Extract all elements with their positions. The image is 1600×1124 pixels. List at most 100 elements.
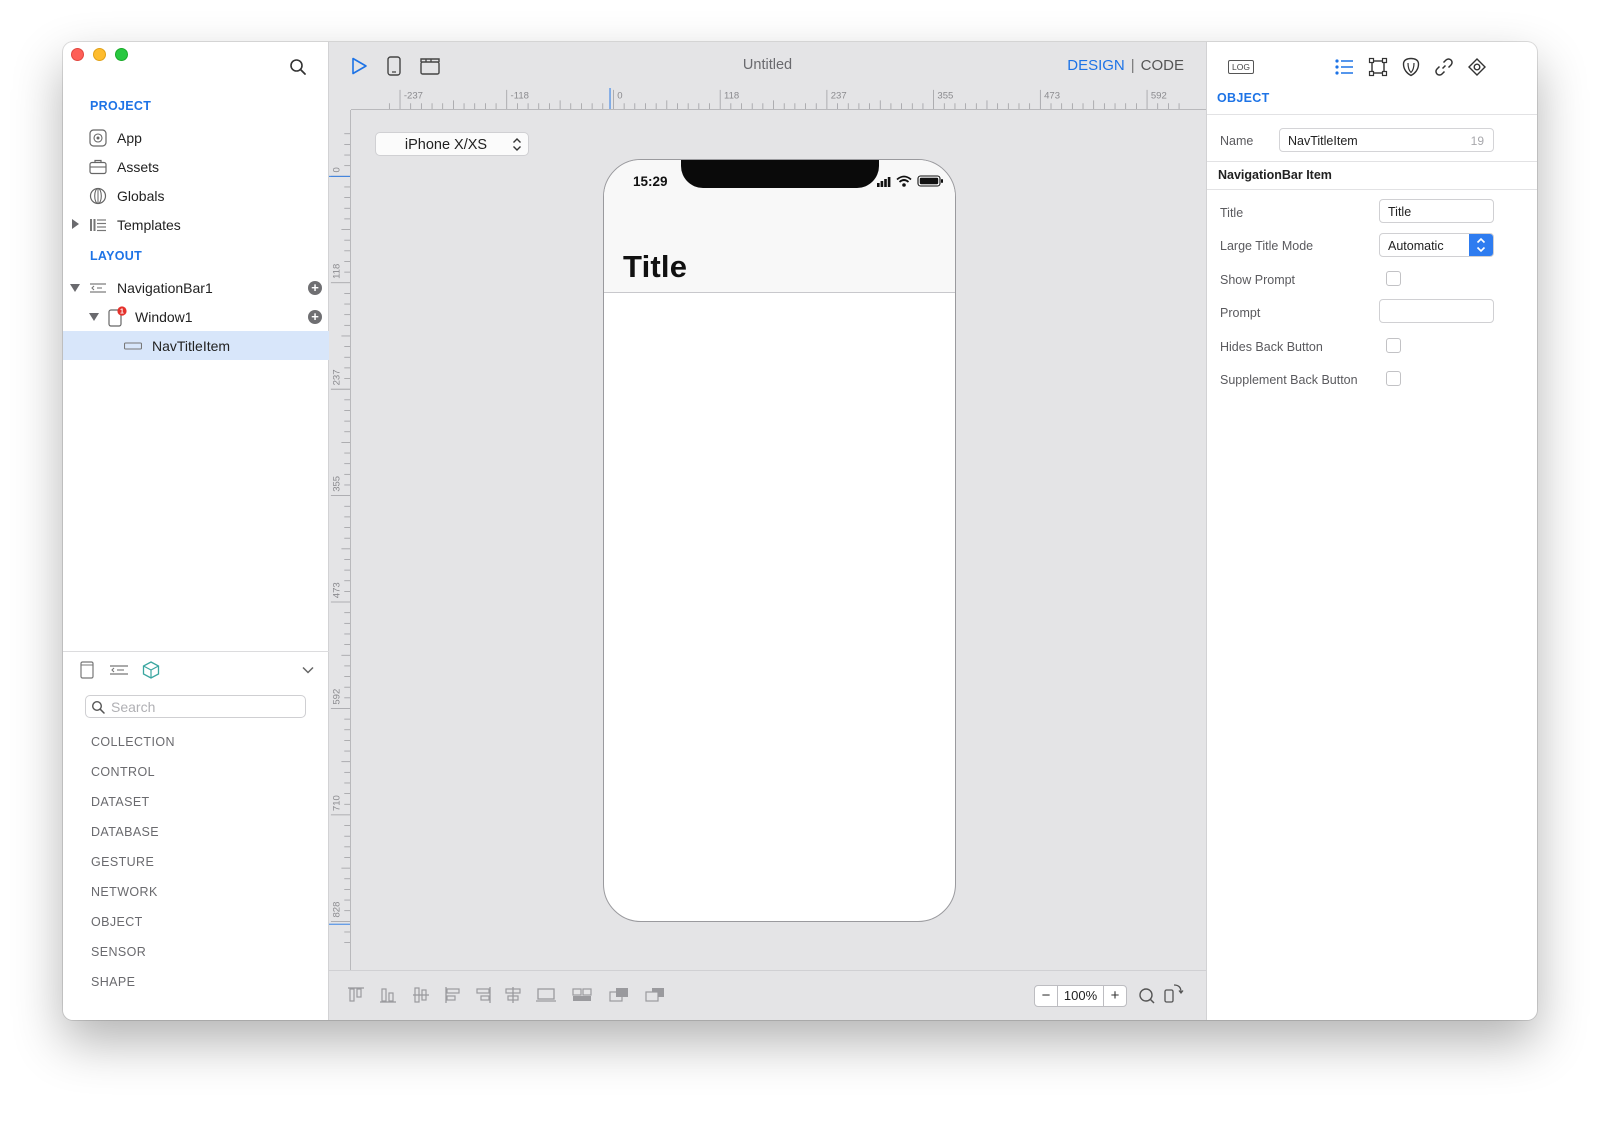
inspector-tab-events[interactable] <box>1400 56 1422 78</box>
ruler-label: 237 <box>332 369 343 385</box>
device-select[interactable]: iPhone X/XS <box>375 132 529 156</box>
play-icon <box>352 57 367 75</box>
zoom-window-button[interactable] <box>115 48 128 61</box>
show-prompt-checkbox[interactable] <box>1386 271 1401 286</box>
category-gesture[interactable]: GESTURE <box>91 855 154 869</box>
add-child-button[interactable]: + <box>308 280 322 295</box>
ruler-label: 710 <box>332 795 343 811</box>
project-item-templates[interactable]: Templates <box>63 210 329 239</box>
layout-item-navigationbar1[interactable]: NavigationBar1 + <box>63 273 329 302</box>
disclosure-right-icon[interactable] <box>70 219 80 229</box>
nav-title-item-icon <box>124 341 142 350</box>
disclosure-down-icon[interactable] <box>70 283 80 293</box>
project-item-label: Globals <box>117 187 165 204</box>
hides-back-button-checkbox[interactable] <box>1386 338 1401 353</box>
layout-stack-icon[interactable] <box>535 985 557 1005</box>
large-title-mode-select[interactable]: Automatic <box>1379 233 1494 257</box>
category-shape[interactable]: SHAPE <box>91 975 135 989</box>
project-item-globals[interactable]: Globals <box>63 181 329 210</box>
category-object[interactable]: OBJECT <box>91 915 143 929</box>
design-canvas-area: Untitled DESIGN | CODE -237 -118 0 118 237 355 4… <box>329 42 1206 1020</box>
align-right-icon[interactable] <box>472 985 494 1005</box>
build-button[interactable] <box>419 55 441 77</box>
send-backward-icon[interactable] <box>644 985 666 1005</box>
zoom-out-button[interactable]: − <box>1035 986 1057 1006</box>
horizontal-ruler: -237 -118 0 118 237 355 473 592 <box>351 88 1206 110</box>
zoom-fit-icon[interactable] <box>1138 987 1156 1005</box>
mode-separator: | <box>1130 57 1135 74</box>
run-button[interactable] <box>348 55 370 77</box>
align-center-vertical-icon[interactable] <box>410 985 432 1005</box>
name-field[interactable]: NavTitleItem 19 <box>1279 128 1494 152</box>
cube-icon <box>142 661 160 679</box>
category-dataset[interactable]: DATASET <box>91 795 150 809</box>
inspector-panel: LOG OBJECT Name NavTitleItem 19 Navigati… <box>1206 42 1537 1020</box>
clapper-icon <box>420 58 440 75</box>
supplement-back-button-checkbox[interactable] <box>1386 371 1401 386</box>
code-mode-button[interactable]: CODE <box>1141 57 1184 74</box>
library-search[interactable] <box>85 695 306 718</box>
ruler-corner <box>329 88 351 110</box>
category-control[interactable]: CONTROL <box>91 765 155 779</box>
title-value: Title <box>1388 205 1412 219</box>
window-icon: 1 <box>108 306 127 327</box>
inspector-tab-properties[interactable] <box>1333 56 1355 78</box>
align-left-icon[interactable] <box>442 985 464 1005</box>
design-mode-button[interactable]: DESIGN <box>1067 57 1125 74</box>
category-database[interactable]: DATABASE <box>91 825 159 839</box>
library-tabs <box>77 660 161 680</box>
search-icon[interactable] <box>289 58 307 76</box>
rotate-device-icon[interactable] <box>1162 982 1184 1004</box>
bring-forward-icon[interactable] <box>608 985 630 1005</box>
title-field[interactable]: Title <box>1379 199 1494 223</box>
add-child-button[interactable]: + <box>308 309 322 324</box>
toolbar: Untitled DESIGN | CODE <box>329 42 1206 88</box>
navigationbar-item-heading: NavigationBar Item <box>1218 168 1332 182</box>
ruler-label: 118 <box>724 91 739 102</box>
chevron-down-icon[interactable] <box>301 663 315 677</box>
prompt-field[interactable] <box>1379 299 1494 323</box>
align-top-icon[interactable] <box>345 985 367 1005</box>
layout-item-label: NavigationBar1 <box>117 279 213 296</box>
phone-outline-icon <box>80 661 94 679</box>
category-collection[interactable]: COLLECTION <box>91 735 175 749</box>
library-search-input[interactable] <box>111 698 301 716</box>
project-item-app[interactable]: App <box>63 123 329 152</box>
zoom-in-button[interactable]: + <box>1104 986 1126 1006</box>
phone-mockup[interactable]: 15:29 Title <box>603 159 956 922</box>
zoom-level[interactable]: 100% <box>1057 986 1104 1006</box>
align-bottom-icon[interactable] <box>377 985 399 1005</box>
project-item-assets[interactable]: Assets <box>63 152 329 181</box>
ruler-label: 828 <box>332 902 343 918</box>
battery-icon <box>917 175 943 187</box>
inspector-tab-preview[interactable] <box>1466 56 1488 78</box>
minimize-window-button[interactable] <box>93 48 106 61</box>
category-sensor[interactable]: SENSOR <box>91 945 146 959</box>
align-center-horizontal-icon[interactable] <box>502 985 524 1005</box>
large-title-mode-value: Automatic <box>1388 239 1444 253</box>
library-tab-objects[interactable] <box>141 660 161 680</box>
ruler-label: 473 <box>332 582 343 598</box>
device-preview-button[interactable] <box>383 55 405 77</box>
vertical-ruler: 0 118 237 355 473 592 710 828 <box>329 110 351 970</box>
nav-title[interactable]: Title <box>623 249 687 285</box>
project-item-label: Assets <box>117 158 160 175</box>
layout-item-window1[interactable]: 1 Window1 + <box>63 302 329 331</box>
close-window-button[interactable] <box>71 48 84 61</box>
library-tab-layouts[interactable] <box>109 660 129 680</box>
library-tab-windows[interactable] <box>77 660 97 680</box>
log-button[interactable]: LOG <box>1228 60 1254 74</box>
shield-icon <box>1402 57 1420 77</box>
navigation-bar[interactable]: 15:29 Title <box>604 160 955 293</box>
layout-item-navtitleitem[interactable]: NavTitleItem <box>63 331 329 360</box>
prompt-label: Prompt <box>1220 306 1261 320</box>
select-stepper <box>1469 234 1493 256</box>
layout-split-icon[interactable] <box>571 985 593 1005</box>
category-network[interactable]: NETWORK <box>91 885 158 899</box>
window-badge: 1 <box>120 309 124 316</box>
inspector-tab-frame[interactable] <box>1367 56 1389 78</box>
inspector-tab-bindings[interactable] <box>1433 56 1455 78</box>
left-sidebar: PROJECT App Assets Globals Templates LAY… <box>63 42 329 1020</box>
large-title-mode-label: Large Title Mode <box>1220 239 1314 253</box>
disclosure-down-icon[interactable] <box>89 312 99 322</box>
